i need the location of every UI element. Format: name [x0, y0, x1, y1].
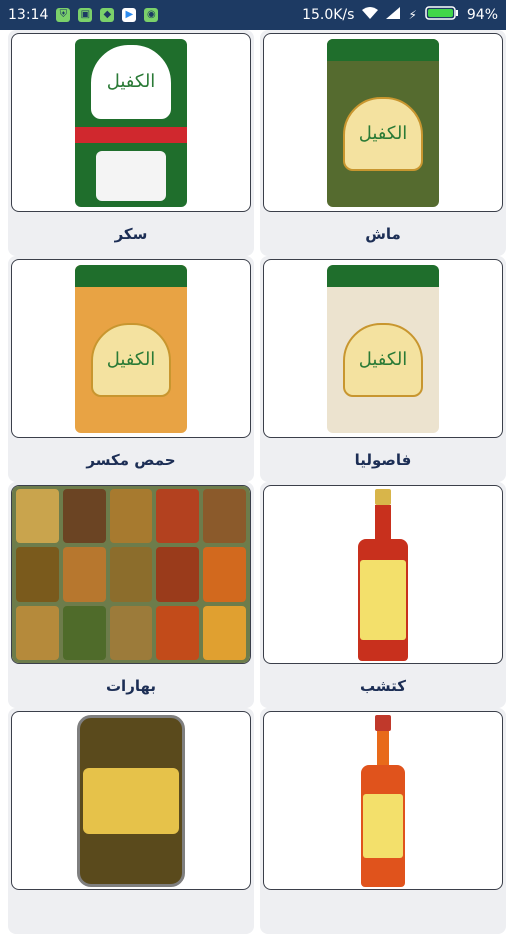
product-image: الكفيل [11, 259, 251, 438]
product-grid: الكفيل ماش الكفيل سكر الكفيل فاصوليا الك… [0, 30, 506, 934]
product-tile-sugar[interactable]: الكفيل سكر [8, 30, 254, 256]
brand-logo: الكفيل [343, 96, 423, 171]
brand-logo: الكفيل [343, 322, 423, 397]
product-name: ماش [365, 225, 401, 243]
product-image [263, 711, 503, 890]
product-tile-mung-bean[interactable]: الكفيل ماش [260, 30, 506, 256]
status-right: 15.0K/s ⚡ 94% [302, 6, 498, 24]
notification-shield-icon: ⛨ [56, 8, 71, 22]
product-image [11, 485, 251, 664]
white-bean-package-image: الكفيل [327, 264, 439, 433]
status-bar: 13:14 ⛨ ▣ ◆ ▶ ◉ 15.0K/s ⚡ 94% [0, 0, 506, 30]
clock: 13:14 [8, 7, 49, 23]
product-image: الكفيل [11, 33, 251, 212]
product-tile-spices[interactable]: بهارات [8, 482, 254, 708]
brand-logo: الكفيل [91, 44, 171, 119]
product-name: سكر [114, 225, 148, 243]
product-image [263, 485, 503, 664]
brand-logo: الكفيل [91, 322, 171, 397]
product-name: بهارات [105, 677, 157, 695]
mung-bean-package-image: الكفيل [327, 38, 439, 207]
status-left: 13:14 ⛨ ▣ ◆ ▶ ◉ [8, 7, 159, 23]
battery-percent: 94% [466, 7, 498, 23]
product-tile-pickles[interactable] [8, 708, 254, 934]
product-name [263, 890, 503, 934]
product-image: الكفيل [263, 33, 503, 212]
product-tile-split-chickpea[interactable]: الكفيل حمص مكسر [8, 256, 254, 482]
play-store-icon: ▶ [122, 8, 137, 22]
ketchup-bottle-image [358, 488, 408, 661]
network-speed: 15.0K/s [302, 7, 355, 23]
signal-icon [386, 7, 401, 23]
notification-android-icon: ◉ [144, 8, 159, 22]
notification-app-icon: ▣ [78, 8, 93, 22]
product-tile-ketchup[interactable]: كتشب [260, 482, 506, 708]
product-name: كتشب [360, 677, 406, 695]
product-tile-hot-sauce[interactable] [260, 708, 506, 934]
product-image [11, 711, 251, 890]
product-tile-white-bean[interactable]: الكفيل فاصوليا [260, 256, 506, 482]
battery-icon [425, 6, 459, 24]
pickle-jar-image [77, 714, 185, 887]
product-name [11, 890, 251, 934]
split-chickpea-package-image: الكفيل [75, 264, 187, 433]
notification-map-icon: ◆ [100, 8, 115, 22]
wifi-icon [362, 6, 379, 24]
charging-icon: ⚡ [408, 8, 417, 22]
sugar-package-image: الكفيل [75, 38, 187, 207]
product-image: الكفيل [263, 259, 503, 438]
hot-sauce-bottle-image [361, 714, 405, 887]
product-name: حمص مكسر [86, 451, 176, 469]
spice-jars-image [12, 486, 250, 663]
product-name: فاصوليا [354, 451, 412, 469]
